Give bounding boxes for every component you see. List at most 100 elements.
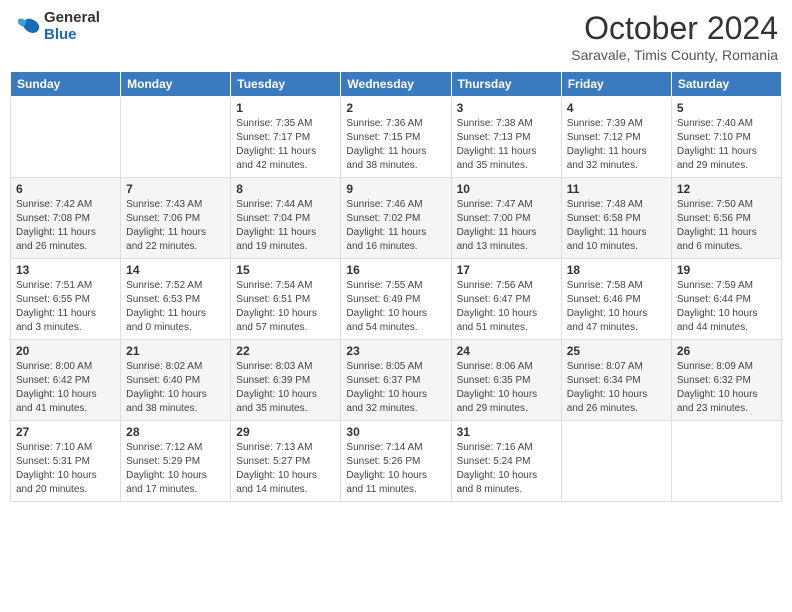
calendar-cell: 9Sunrise: 7:46 AM Sunset: 7:02 PM Daylig… [341, 178, 451, 259]
day-number: 16 [346, 263, 445, 277]
day-info: Sunrise: 8:02 AM Sunset: 6:40 PM Dayligh… [126, 360, 225, 416]
page-header: General Blue October 2024 Saravale, Timi… [10, 10, 782, 63]
day-info: Sunrise: 7:54 AM Sunset: 6:51 PM Dayligh… [236, 279, 335, 335]
calendar-cell [561, 421, 671, 502]
day-info: Sunrise: 7:59 AM Sunset: 6:44 PM Dayligh… [677, 279, 776, 335]
day-number: 22 [236, 344, 335, 358]
calendar-table: SundayMondayTuesdayWednesdayThursdayFrid… [10, 71, 782, 502]
calendar-cell: 5 Sunrise: 7:40 AM Sunset: 7:10 PM Daylig… [671, 97, 781, 178]
title-block: October 2024 Saravale, Timis County, Rom… [571, 10, 778, 63]
weekday-header-saturday: Saturday [671, 72, 781, 97]
calendar-cell: 13 Sunrise: 7:51 AM Sunset: 6:55 PM Dayli… [11, 259, 121, 340]
calendar-cell: 7Sunrise: 7:43 AM Sunset: 7:06 PM Daylig… [121, 178, 231, 259]
calendar-cell: 16Sunrise: 7:55 AM Sunset: 6:49 PM Dayli… [341, 259, 451, 340]
calendar-cell: 31Sunrise: 7:16 AM Sunset: 5:24 PM Dayli… [451, 421, 561, 502]
calendar-cell: 11Sunrise: 7:48 AM Sunset: 6:58 PM Dayli… [561, 178, 671, 259]
day-number: 20 [16, 344, 115, 358]
day-number: 5 [677, 101, 776, 115]
calendar-week-row: 20 Sunrise: 8:00 AM Sunset: 6:42 PM Dayli… [11, 340, 782, 421]
day-number: 31 [457, 425, 556, 439]
day-number: 4 [567, 101, 666, 115]
day-info: Sunrise: 7:40 AM Sunset: 7:10 PM Dayligh… [677, 117, 776, 173]
logo-general: General [44, 10, 100, 27]
calendar-cell: 23 Sunrise: 8:05 AM Sunset: 6:37 PM Dayli… [341, 340, 451, 421]
day-number: 10 [457, 182, 556, 196]
day-info: Sunrise: 7:39 AM Sunset: 7:12 PM Dayligh… [567, 117, 666, 173]
day-info: Sunrise: 8:09 AM Sunset: 6:32 PM Dayligh… [677, 360, 776, 416]
day-number: 23 [346, 344, 445, 358]
day-number: 15 [236, 263, 335, 277]
day-number: 18 [567, 263, 666, 277]
day-info: Sunrise: 7:44 AM Sunset: 7:04 PM Dayligh… [236, 198, 335, 254]
day-info: Sunrise: 8:03 AM Sunset: 6:39 PM Dayligh… [236, 360, 335, 416]
day-info: Sunrise: 7:13 AM Sunset: 5:27 PM Dayligh… [236, 441, 335, 497]
day-number: 14 [126, 263, 225, 277]
day-info: Sunrise: 7:43 AM Sunset: 7:06 PM Dayligh… [126, 198, 225, 254]
calendar-cell: 26 Sunrise: 8:09 AM Sunset: 6:32 PM Dayli… [671, 340, 781, 421]
day-info: Sunrise: 7:12 AM Sunset: 5:29 PM Dayligh… [126, 441, 225, 497]
day-info: Sunrise: 8:05 AM Sunset: 6:37 PM Dayligh… [346, 360, 445, 416]
calendar-cell: 17 Sunrise: 7:56 AM Sunset: 6:47 PM Dayli… [451, 259, 561, 340]
calendar-cell: 14Sunrise: 7:52 AM Sunset: 6:53 PM Dayli… [121, 259, 231, 340]
day-info: Sunrise: 7:50 AM Sunset: 6:56 PM Dayligh… [677, 198, 776, 254]
calendar-cell: 4 Sunrise: 7:39 AM Sunset: 7:12 PM Daylig… [561, 97, 671, 178]
day-number: 17 [457, 263, 556, 277]
logo-icon [14, 13, 42, 41]
calendar-cell: 27 Sunrise: 7:10 AM Sunset: 5:31 PM Dayli… [11, 421, 121, 502]
day-info: Sunrise: 7:51 AM Sunset: 6:55 PM Dayligh… [16, 279, 115, 335]
day-number: 26 [677, 344, 776, 358]
day-number: 25 [567, 344, 666, 358]
calendar-cell [11, 97, 121, 178]
calendar-cell [121, 97, 231, 178]
calendar-cell: 25Sunrise: 8:07 AM Sunset: 6:34 PM Dayli… [561, 340, 671, 421]
calendar-cell [671, 421, 781, 502]
day-info: Sunrise: 7:46 AM Sunset: 7:02 PM Dayligh… [346, 198, 445, 254]
weekday-header-friday: Friday [561, 72, 671, 97]
calendar-cell: 21Sunrise: 8:02 AM Sunset: 6:40 PM Dayli… [121, 340, 231, 421]
day-number: 12 [677, 182, 776, 196]
day-number: 8 [236, 182, 335, 196]
calendar-cell: 28 Sunrise: 7:12 AM Sunset: 5:29 PM Dayli… [121, 421, 231, 502]
day-number: 19 [677, 263, 776, 277]
day-info: Sunrise: 7:14 AM Sunset: 5:26 PM Dayligh… [346, 441, 445, 497]
calendar-cell: 8 Sunrise: 7:44 AM Sunset: 7:04 PM Daylig… [231, 178, 341, 259]
day-info: Sunrise: 8:06 AM Sunset: 6:35 PM Dayligh… [457, 360, 556, 416]
weekday-header-thursday: Thursday [451, 72, 561, 97]
day-number: 2 [346, 101, 445, 115]
calendar-week-row: 27 Sunrise: 7:10 AM Sunset: 5:31 PM Dayli… [11, 421, 782, 502]
calendar-week-row: 1Sunrise: 7:35 AM Sunset: 7:17 PM Daylig… [11, 97, 782, 178]
day-info: Sunrise: 7:38 AM Sunset: 7:13 PM Dayligh… [457, 117, 556, 173]
calendar-cell: 22 Sunrise: 8:03 AM Sunset: 6:39 PM Dayli… [231, 340, 341, 421]
day-info: Sunrise: 8:00 AM Sunset: 6:42 PM Dayligh… [16, 360, 115, 416]
day-info: Sunrise: 7:56 AM Sunset: 6:47 PM Dayligh… [457, 279, 556, 335]
month-title: October 2024 [571, 10, 778, 47]
weekday-header-wednesday: Wednesday [341, 72, 451, 97]
calendar-cell: 19 Sunrise: 7:59 AM Sunset: 6:44 PM Dayli… [671, 259, 781, 340]
day-number: 1 [236, 101, 335, 115]
day-number: 13 [16, 263, 115, 277]
day-info: Sunrise: 7:58 AM Sunset: 6:46 PM Dayligh… [567, 279, 666, 335]
day-number: 24 [457, 344, 556, 358]
day-info: Sunrise: 7:10 AM Sunset: 5:31 PM Dayligh… [16, 441, 115, 497]
calendar-cell: 1Sunrise: 7:35 AM Sunset: 7:17 PM Daylig… [231, 97, 341, 178]
calendar-cell: 18 Sunrise: 7:58 AM Sunset: 6:46 PM Dayli… [561, 259, 671, 340]
day-number: 11 [567, 182, 666, 196]
day-number: 30 [346, 425, 445, 439]
calendar-cell: 29 Sunrise: 7:13 AM Sunset: 5:27 PM Dayli… [231, 421, 341, 502]
day-number: 3 [457, 101, 556, 115]
weekday-header-sunday: Sunday [11, 72, 121, 97]
day-number: 27 [16, 425, 115, 439]
day-number: 6 [16, 182, 115, 196]
day-number: 29 [236, 425, 335, 439]
weekday-header-tuesday: Tuesday [231, 72, 341, 97]
calendar-cell: 6Sunrise: 7:42 AM Sunset: 7:08 PM Daylig… [11, 178, 121, 259]
day-number: 28 [126, 425, 225, 439]
weekday-header-monday: Monday [121, 72, 231, 97]
logo: General Blue [14, 10, 100, 43]
weekday-header-row: SundayMondayTuesdayWednesdayThursdayFrid… [11, 72, 782, 97]
day-info: Sunrise: 7:47 AM Sunset: 7:00 PM Dayligh… [457, 198, 556, 254]
calendar-week-row: 13 Sunrise: 7:51 AM Sunset: 6:55 PM Dayli… [11, 259, 782, 340]
day-info: Sunrise: 7:36 AM Sunset: 7:15 PM Dayligh… [346, 117, 445, 173]
calendar-cell: 2 Sunrise: 7:36 AM Sunset: 7:15 PM Daylig… [341, 97, 451, 178]
calendar-week-row: 6Sunrise: 7:42 AM Sunset: 7:08 PM Daylig… [11, 178, 782, 259]
